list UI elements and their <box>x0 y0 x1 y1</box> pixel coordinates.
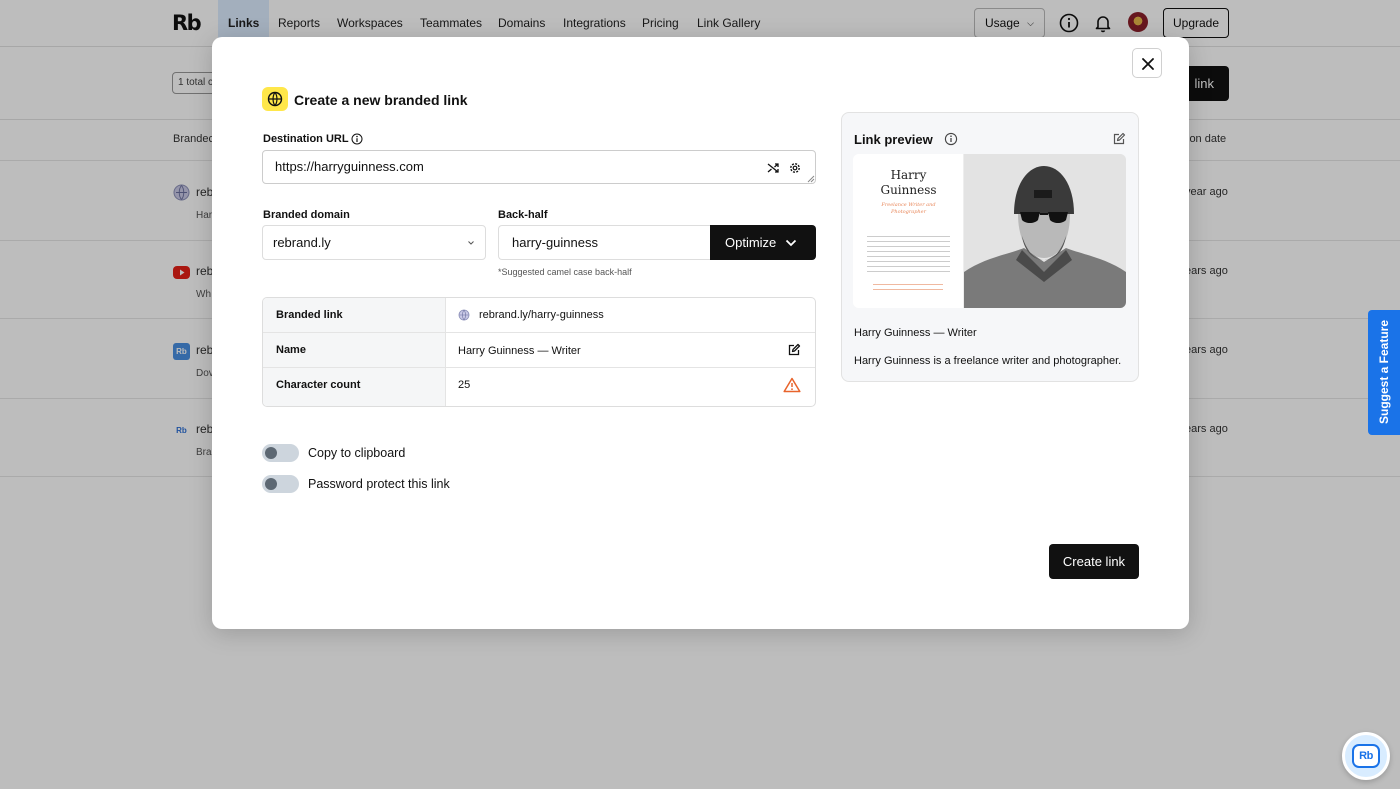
link-preview-card: Link preview Harry Guinness Freelance Wr… <box>841 112 1139 382</box>
create-link-button[interactable]: Create link <box>1049 544 1139 579</box>
preview-page-text <box>867 234 950 274</box>
destination-url-label: Destination URL <box>263 133 349 145</box>
destination-url-value: https://harryguinness.com <box>275 159 424 174</box>
branded-domain-select[interactable]: rebrand.ly <box>262 225 486 260</box>
back-half-hint: *Suggested camel case back-half <box>498 267 632 277</box>
warning-icon <box>783 377 801 393</box>
optimize-label: Optimize <box>725 235 777 250</box>
optimize-button[interactable]: Optimize <box>710 225 816 260</box>
password-protect-toggle[interactable] <box>262 475 299 493</box>
back-half-value: harry-guinness <box>512 235 598 250</box>
info-icon[interactable] <box>351 133 363 145</box>
table-row: Branded link rebrand.ly/harry-guinness <box>263 298 815 333</box>
preview-link-title: Harry Guinness — Writer <box>854 327 977 339</box>
table-row: Character count 25 <box>263 368 815 406</box>
branded-link-value[interactable]: rebrand.ly/harry-guinness <box>479 309 604 321</box>
globe-icon <box>267 91 283 107</box>
edit-icon[interactable] <box>1112 132 1126 146</box>
password-protect-label: Password protect this link <box>308 477 450 491</box>
character-count-value: 25 <box>458 379 471 391</box>
destination-url-input[interactable]: https://harryguinness.com <box>262 150 816 184</box>
table-key: Character count <box>263 368 446 406</box>
table-row: Name Harry Guinness — Writer <box>263 333 815 368</box>
link-preview-title: Link preview <box>854 132 933 147</box>
preview-page-name: Harry Guinness <box>880 168 937 197</box>
preview-page-links <box>873 282 943 292</box>
edit-icon[interactable] <box>787 343 801 357</box>
shuffle-icon[interactable] <box>766 161 780 175</box>
close-icon <box>1142 58 1154 70</box>
resize-handle-icon[interactable] <box>807 175 815 183</box>
preview-image: Harry Guinness Freelance Writer and Phot… <box>853 154 1126 308</box>
globe-icon <box>458 309 470 321</box>
modal-title: Create a new branded link <box>294 92 468 108</box>
info-icon[interactable] <box>944 132 958 146</box>
gear-icon[interactable] <box>788 161 802 175</box>
create-link-modal: Create a new branded link Destination UR… <box>212 37 1189 629</box>
branded-domain-value: rebrand.ly <box>273 235 331 250</box>
suggest-feature-tab[interactable]: Suggest a Feature <box>1368 310 1400 435</box>
back-half-label: Back-half <box>498 209 548 221</box>
back-half-input[interactable]: harry-guinness <box>498 225 711 260</box>
portrait-photo <box>964 154 1126 308</box>
preview-page-tagline: Freelance Writer and Photographer <box>881 202 936 215</box>
copy-to-clipboard-label: Copy to clipboard <box>308 446 406 460</box>
chevron-down-icon <box>468 241 474 245</box>
link-details-table: Branded link rebrand.ly/harry-guinness N… <box>262 297 816 407</box>
globe-badge <box>262 87 288 111</box>
close-button[interactable] <box>1132 48 1162 78</box>
link-name-value: Harry Guinness — Writer <box>458 345 581 357</box>
suggest-feature-label: Suggest a Feature <box>1377 319 1391 425</box>
preview-description: Harry Guinness is a freelance writer and… <box>854 355 1122 367</box>
table-key: Branded link <box>263 298 446 332</box>
chat-logo: Rb <box>1352 744 1380 768</box>
branded-domain-label: Branded domain <box>263 209 350 221</box>
copy-to-clipboard-toggle[interactable] <box>262 444 299 462</box>
chat-widget-button[interactable]: Rb <box>1342 732 1390 780</box>
toggle-knob <box>265 447 277 459</box>
table-key: Name <box>263 333 446 367</box>
toggle-knob <box>265 478 277 490</box>
chevron-down-icon <box>785 239 797 247</box>
preview-page: Harry Guinness Freelance Writer and Phot… <box>853 154 964 308</box>
